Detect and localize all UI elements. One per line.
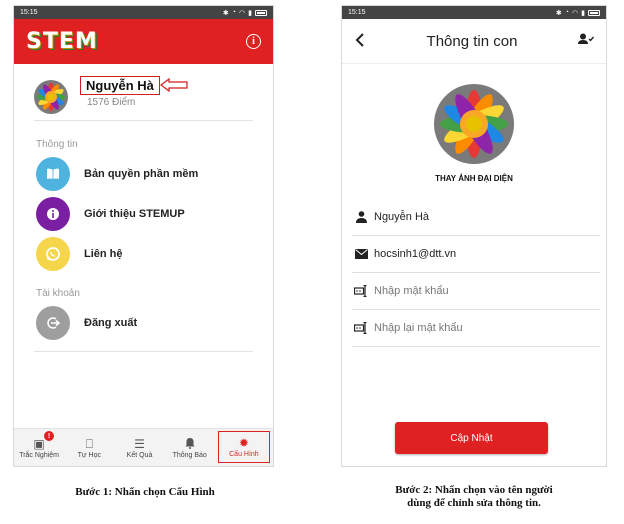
- status-time: 15:15: [348, 9, 366, 16]
- change-photo-link[interactable]: THAY ẢNH ĐẠI DIỆN: [342, 174, 606, 183]
- status-icons: ✱ ◔ ◠ ▮: [223, 9, 267, 17]
- avatar[interactable]: [34, 80, 68, 114]
- stem-logo: STEM: [26, 29, 98, 54]
- screen-settings: 15:15 ✱ ◔ ◠ ▮ STEM i Nguyễn Hà 1576 Điểm…: [13, 5, 274, 467]
- battery-icon: [588, 9, 600, 16]
- wifi-icon: ◠: [239, 9, 246, 17]
- bell-icon: [185, 437, 195, 452]
- profile-name[interactable]: Nguyễn Hà: [80, 76, 160, 95]
- tab-label: Kết Quả: [126, 451, 153, 459]
- status-bar: 15:15 ✱ ◔ ◠ ▮: [14, 6, 273, 19]
- tab-self-study[interactable]: ⎕ Tự Học: [64, 429, 114, 466]
- profile-photo[interactable]: [434, 84, 514, 164]
- signal-icon: ▮: [581, 9, 585, 17]
- result-list-icon: ☰: [134, 436, 145, 451]
- status-icons: ✱ ◔ ◠ ▮: [556, 9, 600, 17]
- alarm-icon: ◔: [231, 9, 237, 16]
- menu-label: Giới thiệu STEMUP: [84, 208, 185, 220]
- caption-step-2-line-1: Bước 2: Nhấn chọn vào tên người: [395, 484, 553, 496]
- tab-settings[interactable]: ✹ Cấu Hình: [217, 431, 271, 463]
- back-icon[interactable]: [354, 31, 366, 52]
- pointer-arrow-icon: [160, 78, 188, 92]
- bluetooth-icon: ✱: [555, 9, 562, 17]
- password-placeholder: Nhập mật khẩu: [374, 285, 449, 297]
- app-header: STEM i: [14, 19, 273, 64]
- tab-label: Thông Báo: [172, 451, 207, 459]
- confirm-password-placeholder: Nhập lại mật khẩu: [374, 322, 463, 334]
- menu-item-logout[interactable]: Đăng xuất: [14, 303, 273, 343]
- bottom-tab-bar: ▣ ! Trắc Nghiệm ⎕ Tự Học ☰ Kết Quả Thông…: [14, 428, 273, 466]
- wifi-icon: ◠: [572, 9, 579, 17]
- update-button[interactable]: Cập Nhật: [395, 422, 548, 454]
- email-field[interactable]: hocsinh1@dtt.vn: [352, 236, 600, 273]
- whatsapp-icon: [36, 237, 70, 271]
- app-header: Thông tin con: [342, 19, 606, 64]
- profile-row[interactable]: Nguyễn Hà 1576 Điểm: [14, 64, 273, 120]
- caption-step-1: Bước 1: Nhấn chọn Cấu Hình: [75, 486, 215, 498]
- bluetooth-icon: ✱: [222, 9, 229, 17]
- menu-label: Liên hệ: [84, 248, 123, 260]
- alarm-icon: ◔: [564, 9, 570, 16]
- menu-label: Đăng xuất: [84, 317, 138, 329]
- info-icon[interactable]: i: [246, 34, 261, 49]
- tab-notifications[interactable]: Thông Báo: [165, 429, 215, 466]
- password-icon: [352, 285, 370, 297]
- info-icon: [36, 197, 70, 231]
- tab-label: Trắc Nghiệm: [19, 451, 59, 459]
- book-icon: [36, 157, 70, 191]
- password-icon: [352, 322, 370, 334]
- quiz-icon: ▣: [33, 436, 45, 451]
- email-icon: [352, 249, 370, 259]
- section-label-info: Thông tin: [36, 139, 78, 150]
- tab-results[interactable]: ☰ Kết Quả: [114, 429, 164, 466]
- battery-icon: [255, 9, 267, 16]
- notification-badge: !: [44, 431, 54, 441]
- tab-label: Tự Học: [77, 451, 101, 459]
- tab-quiz[interactable]: ▣ ! Trắc Nghiệm: [14, 429, 64, 466]
- page-title: Thông tin con: [426, 32, 518, 50]
- form: Nguyễn Hà hocsinh1@dtt.vn Nhập mật khẩu …: [342, 199, 606, 347]
- status-bar: 15:15 ✱ ◔ ◠ ▮: [342, 6, 606, 19]
- status-time: 15:15: [20, 9, 38, 16]
- menu-item-about[interactable]: Giới thiệu STEMUP: [14, 194, 273, 234]
- book-open-icon: ⎕: [85, 436, 93, 451]
- menu-item-contact[interactable]: Liên hệ: [14, 234, 273, 274]
- screen-child-info: 15:15 ✱ ◔ ◠ ▮ Thông tin con THAY ẢNH ĐẠI…: [341, 5, 607, 467]
- person-icon: [352, 211, 370, 223]
- caption-step-2: Bước 2: Nhấn chọn vào tên người dùng để …: [354, 484, 594, 510]
- signal-icon: ▮: [248, 9, 252, 17]
- email-value: hocsinh1@dtt.vn: [374, 248, 457, 260]
- user-edit-icon[interactable]: [578, 32, 595, 50]
- menu-label: Bản quyền phần mềm: [84, 168, 199, 180]
- section-label-account: Tài khoản: [36, 288, 80, 299]
- name-field[interactable]: Nguyễn Hà: [352, 199, 600, 236]
- caption-step-2-line-2: dùng để chỉnh sửa thông tin.: [407, 497, 541, 509]
- menu-item-license[interactable]: Bản quyền phần mềm: [14, 154, 273, 194]
- logout-icon: [36, 306, 70, 340]
- tab-label: Cấu Hình: [229, 451, 259, 458]
- gear-icon: ✹: [238, 436, 249, 450]
- profile-score: 1576 Điểm: [87, 97, 136, 108]
- name-value: Nguyễn Hà: [374, 211, 430, 223]
- password-field[interactable]: Nhập mật khẩu: [352, 273, 600, 310]
- divider: [34, 351, 253, 352]
- confirm-password-field[interactable]: Nhập lại mật khẩu: [352, 310, 600, 347]
